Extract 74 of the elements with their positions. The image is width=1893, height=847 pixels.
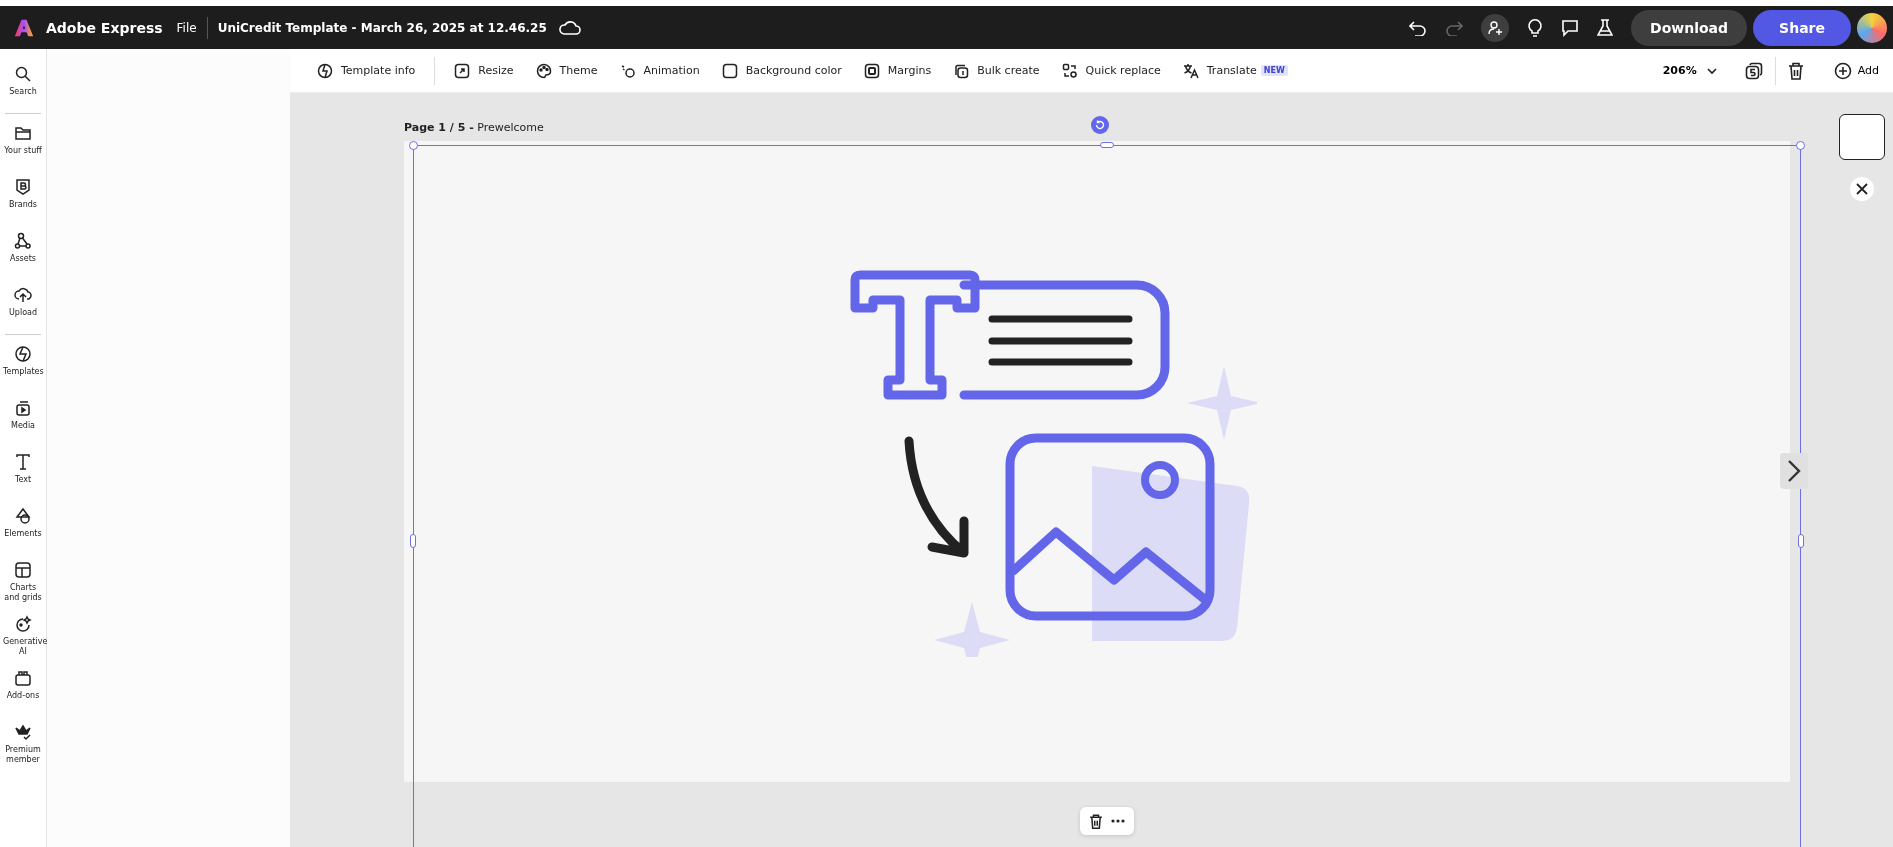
sidebar-item[interactable]: Upload xyxy=(0,286,46,340)
app-name: Adobe Express xyxy=(46,19,163,36)
delete-icon[interactable] xyxy=(1787,61,1804,80)
stack-icon xyxy=(953,62,970,79)
layout-icon xyxy=(14,561,32,579)
plus-icon xyxy=(1833,61,1852,80)
translate-icon xyxy=(1182,62,1199,79)
undo-icon[interactable] xyxy=(1409,19,1428,36)
sidebar-item[interactable]: Media xyxy=(0,399,46,453)
media-icon xyxy=(14,399,32,417)
close-button[interactable] xyxy=(1850,177,1874,201)
sidebar-item[interactable]: Premium member xyxy=(0,723,46,777)
crown-icon xyxy=(14,723,32,741)
sparkle-icon xyxy=(14,615,32,633)
toolbar-button[interactable]: Resize xyxy=(447,62,521,79)
palette-icon xyxy=(535,62,552,79)
margins-icon xyxy=(863,62,880,79)
text-icon xyxy=(14,453,32,471)
nodes-icon xyxy=(14,232,32,250)
search-icon xyxy=(14,65,32,83)
template-icon xyxy=(14,345,32,363)
brand-icon xyxy=(14,178,32,196)
flask-icon[interactable] xyxy=(1597,18,1614,37)
zoom-dropdown[interactable]: 206% xyxy=(1656,63,1723,78)
square-icon xyxy=(721,62,738,79)
folder-icon xyxy=(14,124,32,142)
chevron-down-icon xyxy=(1706,66,1717,75)
rotate-handle[interactable] xyxy=(1091,116,1109,134)
sidebar-item[interactable]: Your stuff xyxy=(0,124,46,178)
sidebar-item[interactable]: Charts and grids xyxy=(0,561,46,615)
cloud-icon xyxy=(558,19,581,36)
sidebar-item[interactable]: Templates xyxy=(0,345,46,399)
upload-icon xyxy=(14,286,32,304)
template-icon xyxy=(317,62,333,79)
redo-icon[interactable] xyxy=(1445,19,1464,36)
add-button[interactable]: Add xyxy=(1827,60,1885,81)
invite-button[interactable] xyxy=(1481,13,1510,42)
toolbar-button[interactable]: Bulk create xyxy=(946,62,1047,79)
toolbar-button[interactable]: Animation xyxy=(612,62,707,79)
addons-icon xyxy=(14,669,32,687)
pages-icon[interactable] xyxy=(1744,61,1763,80)
sidebar-item[interactable]: Assets xyxy=(0,232,46,286)
delete-icon[interactable] xyxy=(1088,813,1103,829)
header-button[interactable]: Share xyxy=(1753,9,1851,46)
close-icon xyxy=(1856,183,1868,195)
resize-icon xyxy=(454,62,471,79)
toolbar-button[interactable]: Theme xyxy=(528,62,605,79)
logo-icon[interactable] xyxy=(14,17,34,38)
replace-icon xyxy=(1061,62,1078,79)
avatar[interactable] xyxy=(1857,12,1887,43)
shapes-icon xyxy=(14,507,32,525)
toolbar-button[interactable]: Margins xyxy=(856,62,939,79)
page-thumbnail[interactable] xyxy=(1839,114,1885,160)
sidebar-item[interactable]: Text xyxy=(0,453,46,507)
toolbar-button[interactable]: Background color xyxy=(714,62,849,79)
comment-icon[interactable] xyxy=(1561,18,1580,37)
page-label: Page 1 / 5 - Prewelcome xyxy=(404,121,544,136)
more-icon[interactable] xyxy=(1111,819,1126,823)
document-title[interactable]: UniCredit Template - March 26, 2025 at 12.46.25 xyxy=(217,20,547,35)
next-page-button[interactable] xyxy=(1780,453,1808,489)
add-person-icon xyxy=(1487,19,1504,36)
sidebar-item[interactable]: Search xyxy=(0,65,46,119)
toolbar-button[interactable]: Quick replace xyxy=(1054,62,1168,79)
toolbar-button[interactable]: Template info xyxy=(310,62,423,79)
toolbar-button[interactable]: Translate NEW xyxy=(1175,62,1295,79)
lightbulb-icon[interactable] xyxy=(1527,18,1544,37)
sidebar-item[interactable]: Elements xyxy=(0,507,46,561)
sidebar-item[interactable]: Generative AI xyxy=(0,615,46,669)
chevron-right-icon xyxy=(1787,459,1801,483)
sidebar-item[interactable]: Brands xyxy=(0,178,46,232)
sidebar-item[interactable]: Add-ons xyxy=(0,669,46,723)
animation-icon xyxy=(619,62,636,79)
file-menu[interactable]: File xyxy=(176,20,197,35)
header-button[interactable]: Download xyxy=(1631,9,1748,46)
